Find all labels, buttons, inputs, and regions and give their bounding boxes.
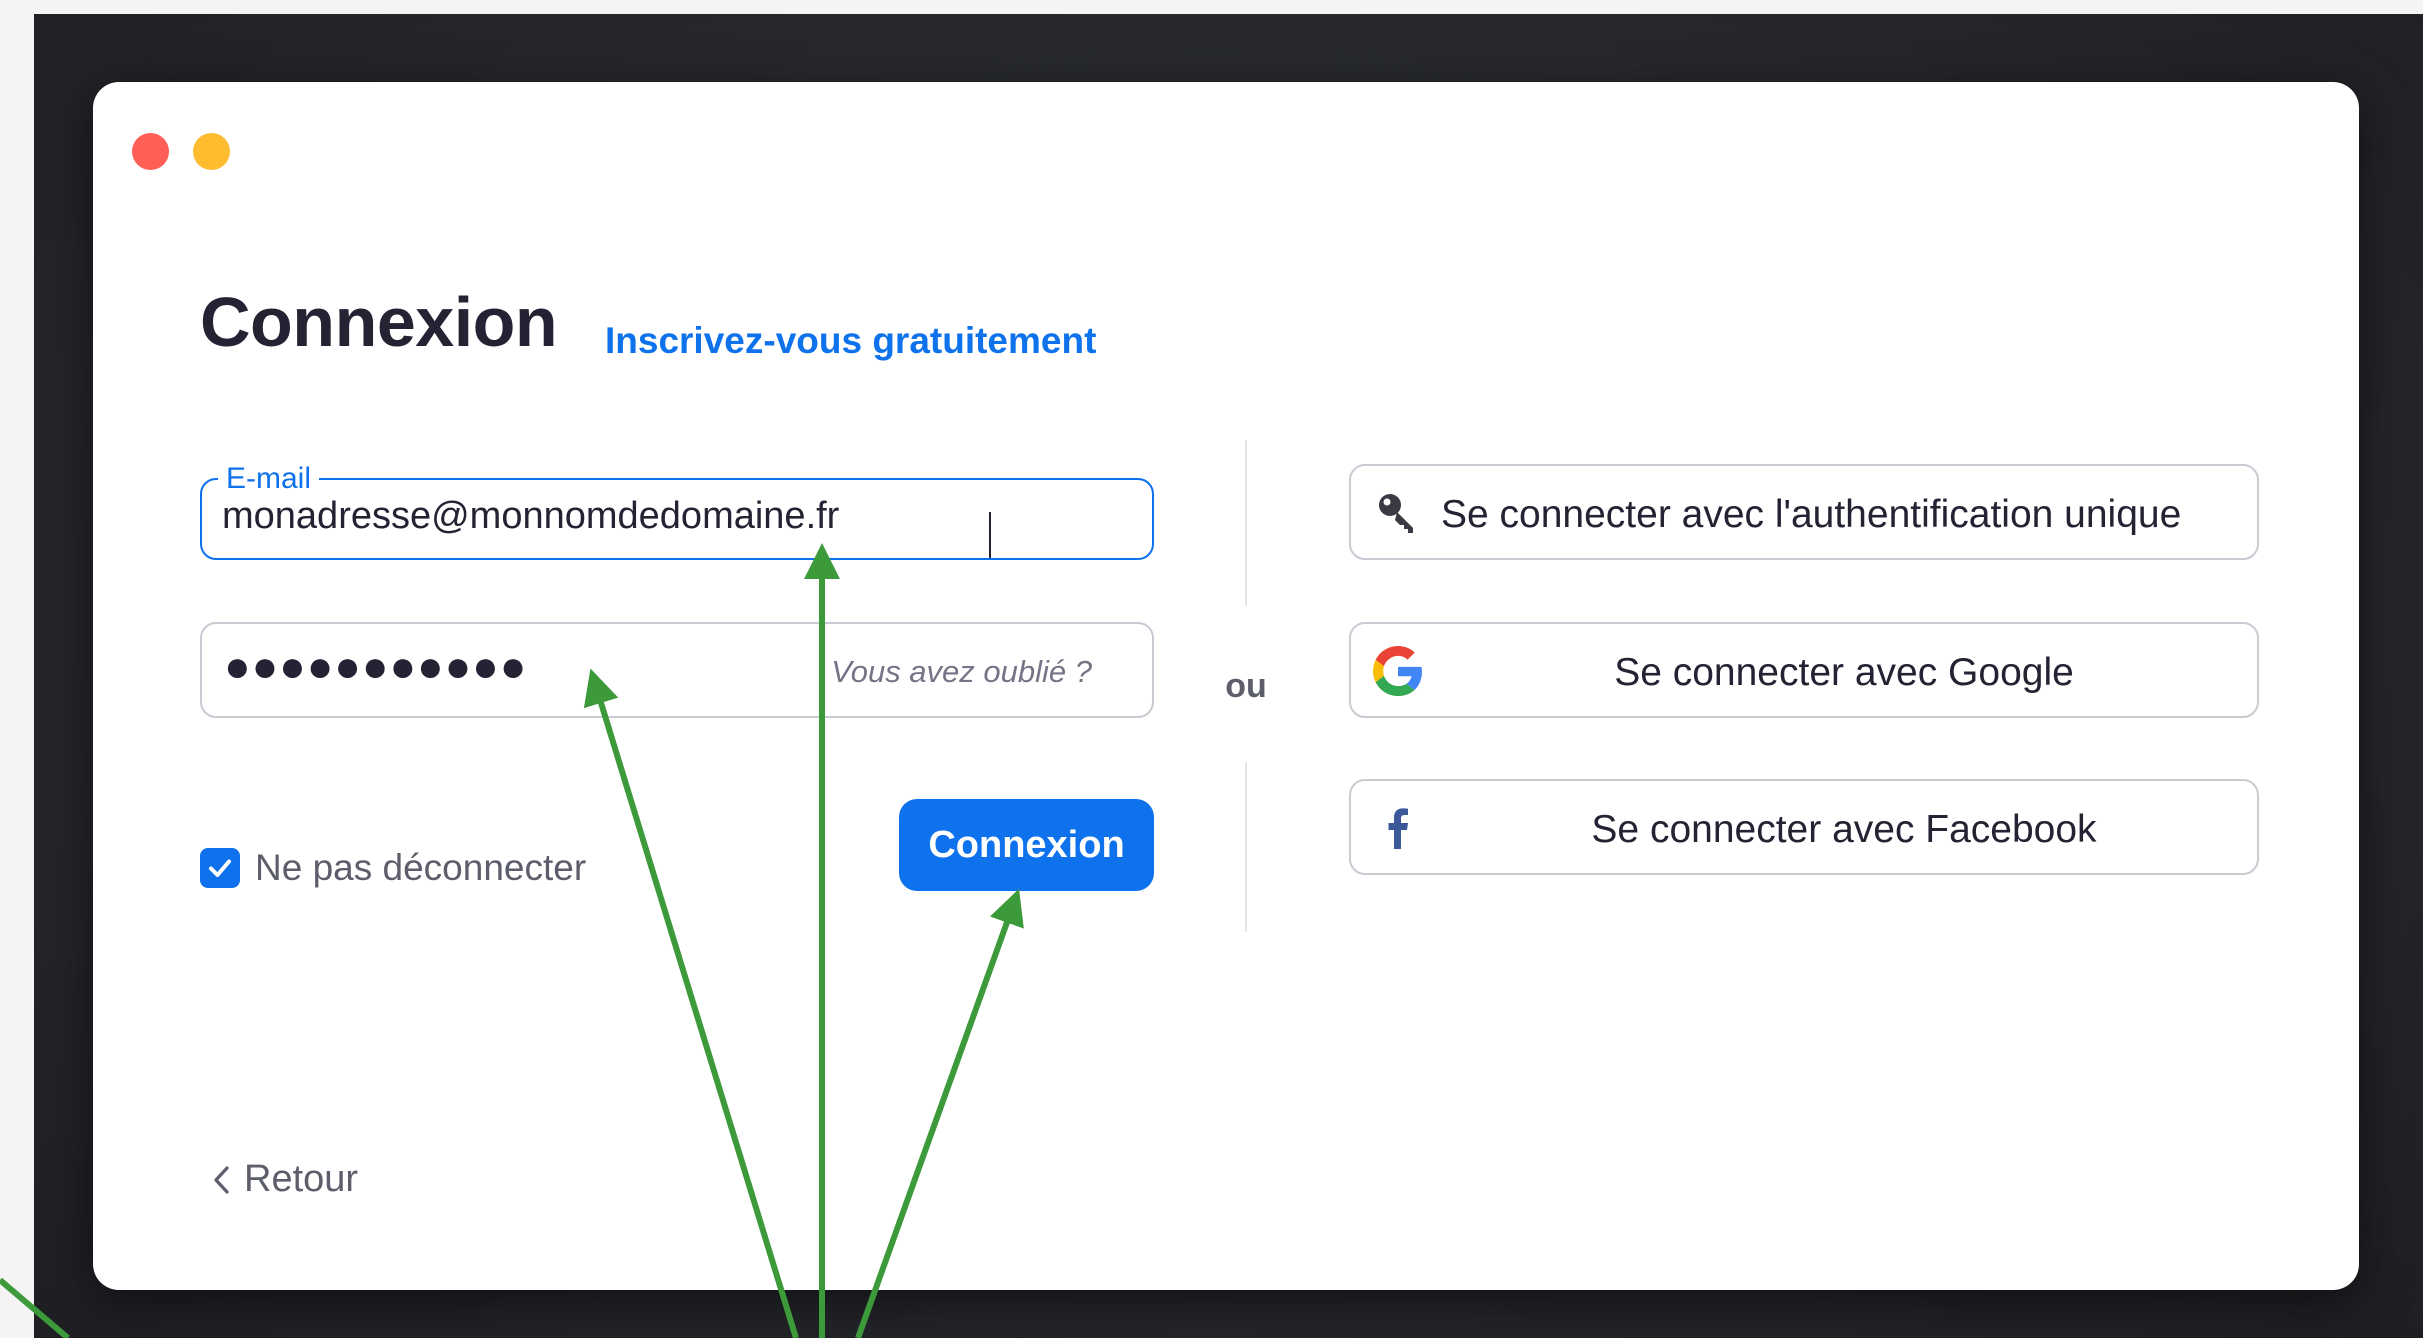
- back-link-label: Retour: [244, 1158, 359, 1200]
- facebook-login-label: Se connecter avec Facebook: [1591, 808, 2097, 851]
- backdrop-edge-top: [0, 0, 2423, 14]
- facebook-login-button[interactable]: Se connecter avec Facebook: [1349, 779, 2259, 875]
- sso-login-label: Se connecter avec l'authentification uni…: [1441, 493, 2182, 536]
- signup-link[interactable]: Inscrivez-vous gratuitement: [605, 320, 1096, 362]
- google-login-label: Se connecter avec Google: [1614, 651, 2074, 694]
- remember-me-label: Ne pas déconnecter: [255, 847, 587, 888]
- backdrop-edge-left: [0, 0, 34, 1338]
- key-icon: [1373, 488, 1423, 538]
- checkmark-icon: [209, 859, 231, 877]
- facebook-icon: [1373, 803, 1423, 853]
- close-window-button[interactable]: [132, 133, 169, 170]
- divider-top: [1245, 440, 1247, 606]
- remember-me-checkbox[interactable]: [200, 848, 240, 888]
- text-caret: [989, 512, 991, 558]
- divider-bottom: [1245, 762, 1247, 932]
- login-button[interactable]: Connexion: [899, 799, 1154, 891]
- page-title: Connexion: [200, 283, 558, 361]
- sso-login-button[interactable]: Se connecter avec l'authentification uni…: [1349, 464, 2259, 560]
- email-input[interactable]: [222, 490, 1102, 542]
- back-link[interactable]: Retour: [208, 1158, 358, 1201]
- password-mask: ●●●●●●●●●●●: [224, 642, 528, 691]
- email-field[interactable]: E-mail: [200, 464, 1154, 560]
- chevron-left-icon: [214, 1165, 229, 1194]
- or-separator: ou: [1225, 667, 1267, 705]
- minimize-window-button[interactable]: [193, 133, 230, 170]
- remember-me[interactable]: Ne pas déconnecter: [200, 847, 586, 889]
- google-icon: [1373, 646, 1423, 696]
- password-field[interactable]: ●●●●●●●●●●● Vous avez oublié ?: [200, 622, 1154, 718]
- login-window: Connexion Inscrivez-vous gratuitement E-…: [93, 82, 2359, 1290]
- google-login-button[interactable]: Se connecter avec Google: [1349, 622, 2259, 718]
- forgot-password-link[interactable]: Vous avez oublié ?: [831, 654, 1092, 690]
